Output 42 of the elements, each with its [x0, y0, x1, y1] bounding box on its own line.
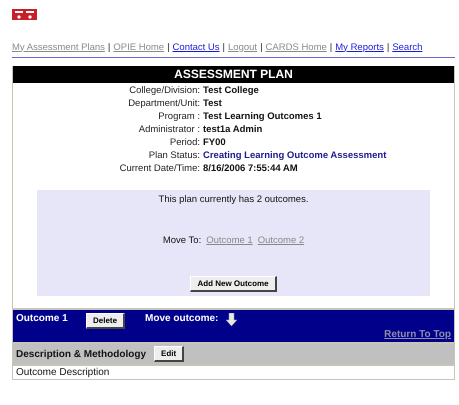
nav-link[interactable]: CARDS Home — [266, 42, 327, 52]
field-value: FY00 — [203, 137, 227, 148]
nav-link[interactable]: Contact Us — [172, 42, 220, 52]
nav-separator: | — [108, 42, 110, 52]
return-to-top-link[interactable]: Return To Top — [16, 329, 451, 340]
field-value: Test College — [203, 85, 260, 96]
nav-link[interactable]: OPIE Home — [113, 42, 164, 52]
field-label: Current Date/Time: — [118, 163, 201, 174]
panel-title: ASSESSMENT PLAN — [13, 66, 454, 83]
delete-button[interactable]: Delete — [86, 313, 126, 329]
field-label: Program : — [157, 111, 201, 122]
nav-link[interactable]: My Reports — [335, 42, 384, 52]
nav-separator: | — [167, 42, 170, 52]
down-arrow-icon[interactable] — [226, 313, 238, 326]
outcomes-summary: This plan currently has 2 outcomes. — [158, 194, 308, 205]
field-label: Department/Unit: — [127, 98, 201, 109]
row-label: Outcome Description — [16, 367, 110, 378]
field-label: Period: — [168, 137, 201, 148]
nav-separator: | — [222, 42, 226, 52]
field-label: Plan Status: — [148, 150, 201, 161]
field-value: Test — [203, 98, 223, 109]
field-label: College/Division: — [128, 85, 201, 96]
field-value: Test Learning Outcomes 1 — [203, 111, 323, 122]
move-to-label: Move To: — [162, 235, 202, 246]
nav-link[interactable]: Logout — [228, 42, 258, 52]
section-title: Description & Methodology — [16, 348, 146, 360]
nav-separator: | — [260, 42, 263, 52]
edit-button[interactable]: Edit — [154, 346, 184, 362]
field-label: Administrator : — [138, 124, 201, 135]
field-value: Creating Learning Outcome Assessment — [203, 150, 388, 161]
add-outcome-button[interactable]: Add New Outcome — [190, 276, 277, 292]
field-value: 8/16/2006 7:55:44 AM — [203, 163, 299, 174]
nav-separator: | — [330, 42, 332, 52]
outcome-link[interactable]: Outcome 1 — [206, 235, 253, 246]
nav-link[interactable]: My Assessment Plans — [12, 42, 105, 52]
logo-icon — [12, 9, 37, 20]
outcome-title: Outcome 1 — [16, 313, 69, 324]
outcome-link[interactable]: Outcome 2 — [258, 235, 304, 246]
move-outcome-label: Move outcome: — [145, 313, 218, 324]
field-value: test1a Admin — [203, 124, 264, 135]
nav-separator: | — [386, 42, 390, 52]
nav-link[interactable]: Search — [392, 42, 422, 52]
